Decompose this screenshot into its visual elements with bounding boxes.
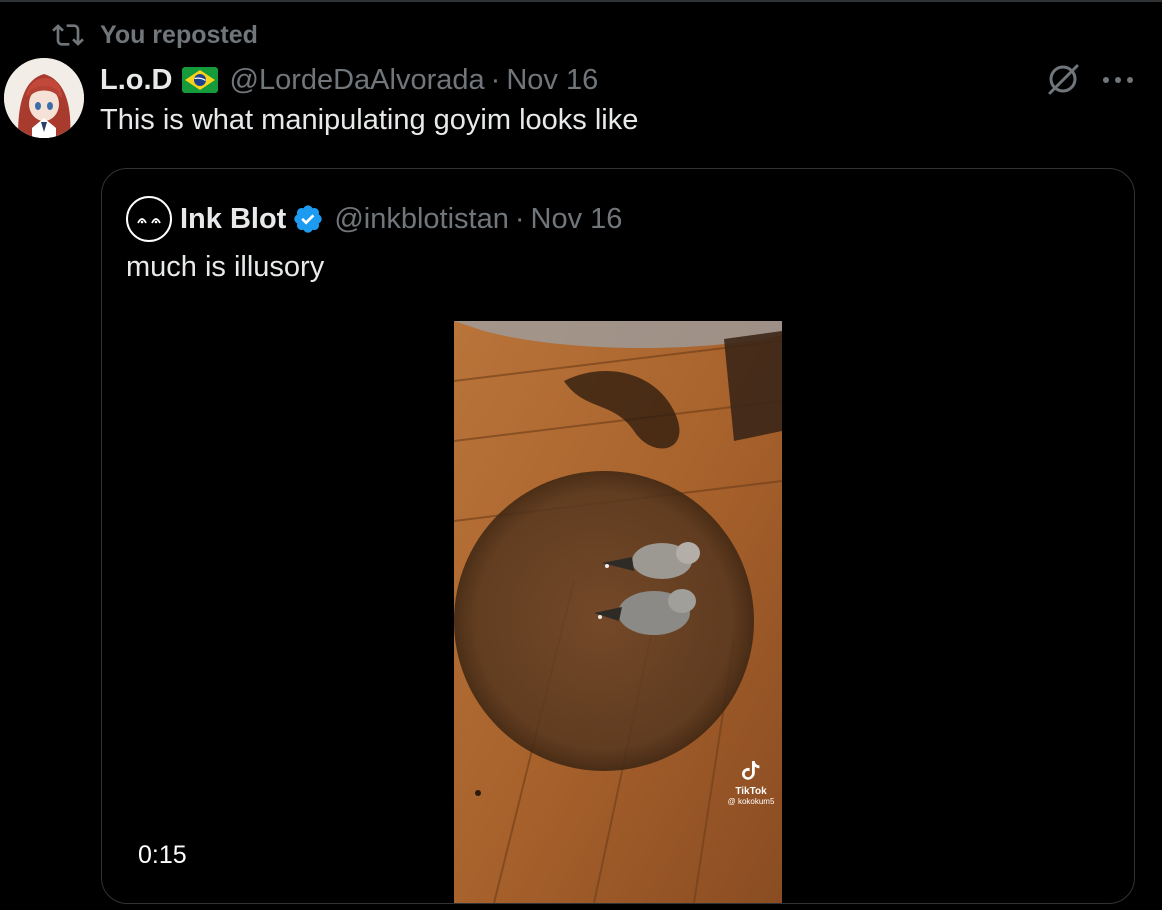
author-name[interactable]: L.o.D — [100, 64, 173, 97]
quoted-author-handle[interactable]: @inkblotistan — [334, 203, 509, 236]
tiktok-watermark: TikTok @ kokokum5 — [722, 759, 780, 806]
avatar[interactable] — [4, 58, 84, 138]
tiktok-label: TikTok — [735, 786, 767, 797]
author-handle[interactable]: @LordeDaAlvorada — [230, 64, 485, 97]
top-divider — [0, 0, 1162, 2]
repost-indicator: You reposted — [52, 18, 258, 52]
separator-dot: · — [514, 202, 525, 235]
tiktok-user: @ kokokum5 — [727, 797, 775, 806]
video-duration: 0:15 — [138, 841, 187, 869]
post-date[interactable]: Nov 16 — [506, 64, 598, 97]
quoted-post-text: much is illusory — [126, 251, 325, 283]
brazil-flag-icon — [181, 67, 218, 93]
post-text: This is what manipulating goyim looks li… — [100, 104, 639, 136]
grok-icon[interactable] — [1044, 60, 1082, 98]
quoted-post[interactable]: Ink Blot @inkblotistan · Nov 16 much is … — [101, 168, 1135, 904]
video-player[interactable]: TikTok @ kokokum5 — [454, 321, 782, 903]
separator-dot: · — [490, 63, 501, 96]
quoted-author-name[interactable]: Ink Blot — [180, 203, 286, 236]
verified-badge-icon — [292, 203, 324, 235]
repost-label: You reposted — [100, 20, 258, 49]
more-options-icon[interactable] — [1098, 64, 1138, 96]
quoted-post-header: Ink Blot @inkblotistan · Nov 16 — [126, 196, 623, 242]
quoted-avatar[interactable] — [126, 196, 172, 242]
repost-icon — [52, 19, 84, 51]
quoted-post-date[interactable]: Nov 16 — [531, 203, 623, 236]
post-header: L.o.D @LordeDaAlvorada · Nov 16 — [100, 58, 598, 102]
